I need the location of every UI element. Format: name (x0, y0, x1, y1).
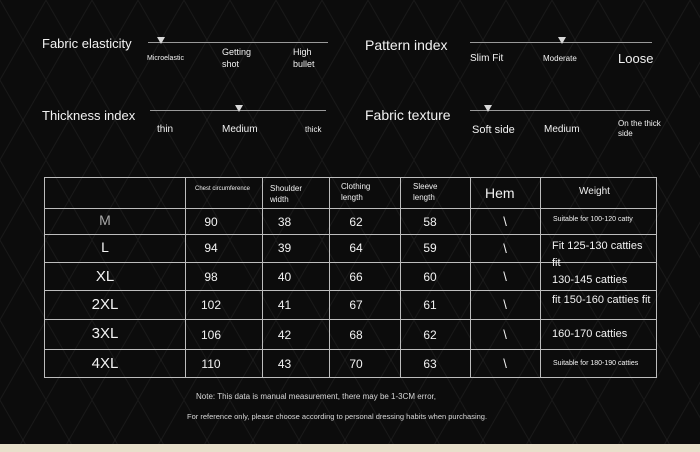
fabric-texture-option-1: Soft side (472, 124, 515, 136)
table-cell: \ (503, 214, 507, 229)
table-cell: 64 (349, 241, 363, 255)
pattern-index-marker-icon (558, 37, 566, 44)
table-cell: 66 (349, 270, 363, 284)
table-cell: \ (503, 327, 507, 342)
header-sleeve-length: Sleeve length (413, 182, 438, 202)
table-cell: 102 (200, 298, 222, 312)
note-line-2: For reference only, please choose accord… (187, 412, 488, 421)
table-cell: 40 (277, 270, 292, 284)
table-cell: 90 (204, 215, 218, 229)
size-label: 4XL (91, 355, 119, 372)
weight-cell: Fit 125-130 catties fit (552, 240, 643, 269)
bottom-strip (0, 444, 700, 452)
table-cell: 60 (423, 270, 437, 284)
fabric-elasticity-title: Fabric elasticity (42, 36, 132, 51)
weight-cell: fit 150-160 catties fit (552, 294, 651, 306)
table-cell: 62 (423, 328, 437, 342)
pattern-index-option-1: Slim Fit (470, 53, 504, 64)
fabric-elasticity-marker-icon (157, 37, 165, 44)
thickness-index-option-2: Medium (222, 124, 258, 135)
weight-cell: Suitable for 180-190 catties (553, 360, 639, 367)
header-chest: Chest circumference (195, 186, 251, 192)
table-cell: 59 (423, 241, 437, 255)
weight-cell: 160-170 catties (552, 328, 628, 340)
fabric-elasticity-option-3: High bullet (293, 47, 315, 69)
size-label: L (101, 239, 109, 255)
pattern-index-option-3: Loose (618, 51, 654, 66)
table-cell: 62 (349, 215, 363, 229)
table-cell: \ (503, 297, 507, 312)
pattern-index-title: Pattern index (365, 37, 448, 53)
note-line-1: Note: This data is manual measurement, t… (196, 392, 436, 401)
table-cell: 61 (423, 298, 437, 312)
weight-cell: 130-145 catties (552, 274, 628, 286)
table-cell: 38 (277, 215, 292, 229)
table-cell: 43 (277, 357, 292, 371)
fabric-elasticity-scale (148, 42, 328, 43)
size-table: Chest circumference Shoulder width Cloth… (44, 177, 657, 378)
header-weight: Weight (579, 186, 610, 197)
table-cell: 39 (277, 241, 292, 255)
thickness-index-title: Thickness index (42, 108, 136, 123)
table-cell: 67 (349, 298, 363, 312)
size-chart-panel: Fabric elasticity Microelastic Getting s… (0, 0, 700, 444)
table-cell: 58 (423, 215, 437, 229)
table-cell: 94 (204, 241, 218, 255)
table-cell: 68 (349, 328, 363, 342)
fabric-texture-title: Fabric texture (365, 107, 451, 123)
size-label: 2XL (91, 296, 119, 313)
fabric-elasticity-option-1: Microelastic (147, 55, 184, 62)
table-cell: 110 (201, 357, 221, 371)
table-cell: \ (503, 269, 507, 284)
table-cell: 70 (349, 357, 363, 371)
table-cell: 98 (204, 270, 218, 284)
size-label: M (99, 212, 111, 228)
table-cell: 106 (200, 328, 222, 342)
thickness-index-option-1: thin (157, 124, 174, 135)
thickness-index-option-3: thick (305, 125, 322, 134)
table-cell: \ (503, 241, 507, 256)
fabric-texture-scale (470, 110, 650, 111)
header-clothing-length: Clothing length (341, 182, 371, 202)
header-hem: Hem (485, 185, 515, 201)
weight-cell: Suitable for 100-120 catty (553, 216, 633, 223)
fabric-texture-option-3: On the thick side (618, 119, 661, 138)
pattern-index-option-2: Moderate (543, 54, 577, 63)
thickness-index-marker-icon (235, 105, 243, 112)
table-cell: 41 (277, 298, 292, 312)
fabric-texture-option-2: Medium (544, 124, 580, 135)
fabric-elasticity-option-2: Getting shot (222, 47, 252, 69)
table-cell: 42 (277, 328, 292, 342)
header-shoulder: Shoulder width (270, 184, 303, 204)
fabric-texture-marker-icon (484, 105, 492, 112)
size-label: 3XL (91, 325, 119, 342)
table-cell: 63 (423, 357, 437, 371)
table-cell: \ (503, 356, 507, 371)
size-label: XL (95, 268, 115, 285)
